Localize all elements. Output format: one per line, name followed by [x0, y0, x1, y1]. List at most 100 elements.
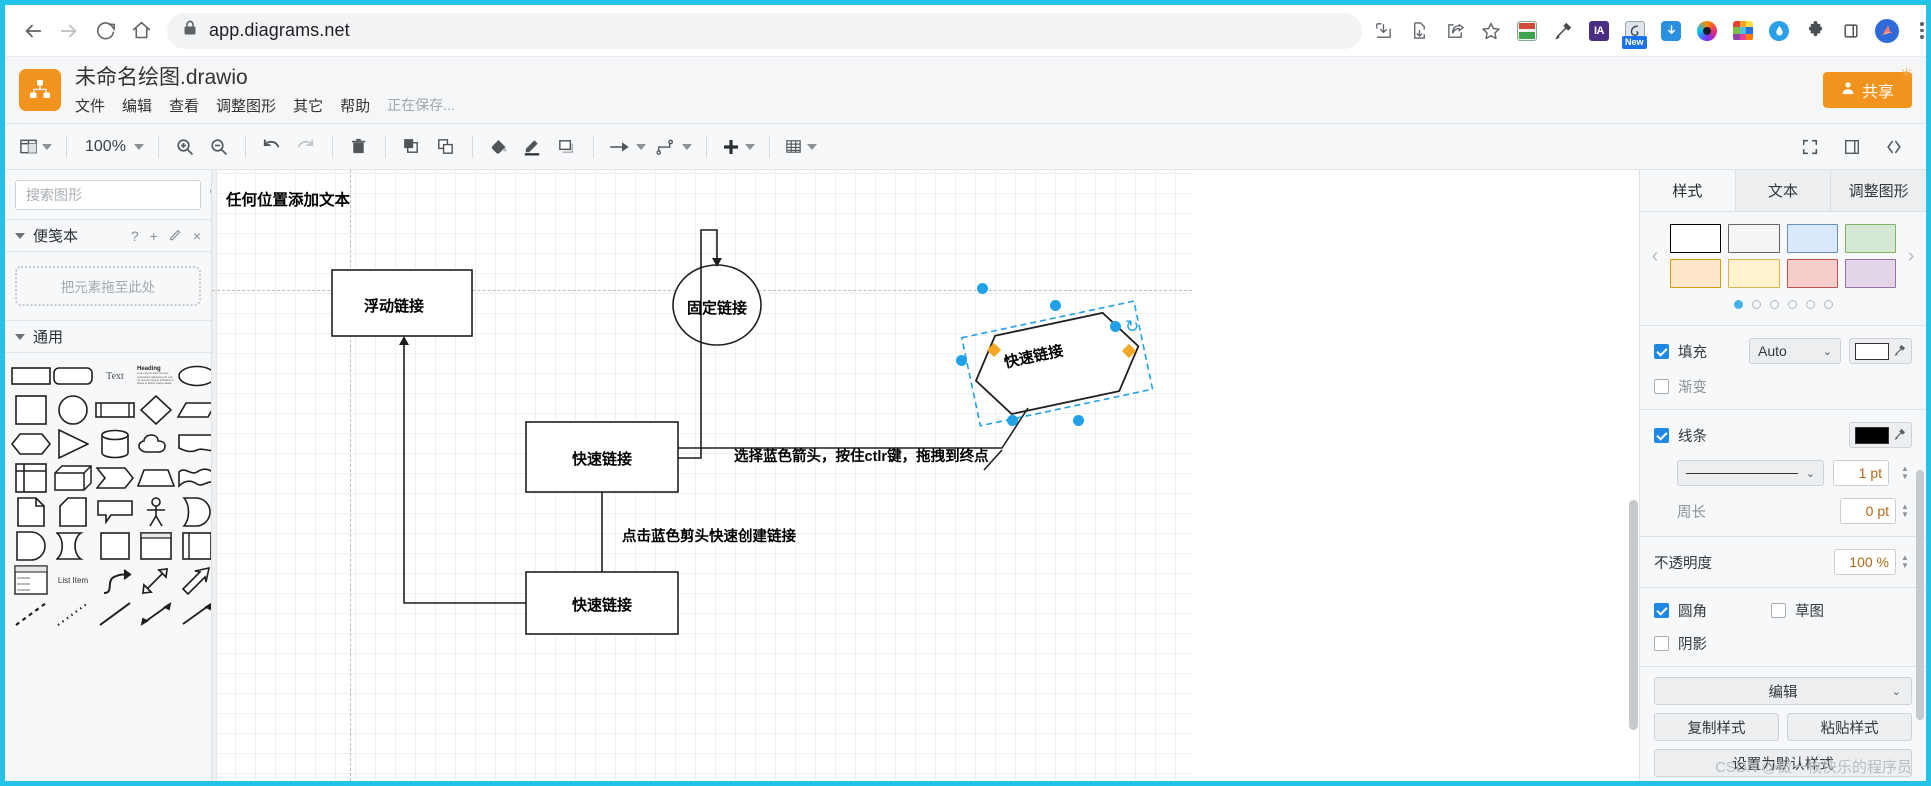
back-arrow-icon[interactable] — [15, 13, 51, 49]
style-swatch-5[interactable] — [1728, 259, 1780, 288]
shape-vertical-title[interactable] — [177, 530, 211, 562]
to-front-icon[interactable] — [396, 131, 428, 163]
search-shapes-box[interactable] — [15, 180, 211, 210]
eyedropper-icon[interactable] — [1894, 343, 1906, 359]
menu-arrange[interactable]: 调整图形 — [216, 95, 276, 116]
selection-handle-s[interactable] — [1072, 414, 1084, 426]
rounded-checkbox[interactable] — [1654, 603, 1669, 618]
style-swatch-7[interactable] — [1844, 259, 1896, 288]
shape-square[interactable] — [11, 394, 51, 426]
document-title[interactable]: 未命名绘图.drawio — [75, 65, 455, 91]
search-input[interactable] — [24, 186, 209, 204]
style-swatch-2[interactable] — [1786, 224, 1838, 253]
calculator-extension-icon[interactable] — [1512, 16, 1542, 46]
chrome-menu-icon[interactable] — [1908, 16, 1926, 46]
eyedropper-icon[interactable] — [1894, 427, 1906, 443]
selection-handle-n[interactable] — [1049, 299, 1061, 311]
shape-diamond[interactable] — [137, 394, 175, 426]
fill-mode-select[interactable]: Auto ⌄ — [1749, 338, 1841, 364]
selection-handle-w[interactable] — [955, 354, 967, 366]
page-dot-5[interactable] — [1805, 300, 1815, 309]
theme-toggle-icon[interactable]: ☀ — [1899, 65, 1914, 85]
shape-loop-limit[interactable] — [53, 530, 93, 562]
shape-heading-block[interactable]: Heading Lorem ipsum dolor sit amet, cons… — [137, 360, 175, 392]
profile-avatar[interactable] — [1872, 16, 1902, 46]
shape-circle[interactable] — [53, 394, 93, 426]
line-width-stepper[interactable]: ▲ ▼ — [1898, 465, 1912, 481]
canvas-vertical-scrollbar[interactable] — [1629, 500, 1638, 730]
snip-extension-icon[interactable]: New — [1620, 16, 1650, 49]
forward-arrow-icon[interactable] — [51, 13, 87, 49]
view-layout-icon[interactable] — [15, 131, 56, 163]
shape-list-item[interactable]: List Item — [53, 564, 93, 596]
connection-arrow-icon[interactable] — [604, 131, 650, 163]
shape-text[interactable]: Text — [95, 360, 135, 392]
page-dot-1[interactable] — [1733, 300, 1743, 309]
shape-ellipse[interactable] — [177, 360, 211, 392]
edit-pencil-icon[interactable] — [169, 228, 182, 244]
shape-triangle[interactable] — [53, 428, 93, 460]
shape-double-arrow[interactable] — [137, 564, 175, 596]
menu-view[interactable]: 查看 — [169, 95, 199, 116]
shape-delay[interactable] — [177, 496, 211, 528]
prev-styles-icon[interactable]: ‹ — [1646, 245, 1664, 268]
shape-parallelogram[interactable] — [177, 394, 211, 426]
shape-display[interactable] — [11, 530, 51, 562]
section-scratchpad-header[interactable]: 便笺本 ? + × — [5, 219, 211, 252]
line-checkbox[interactable] — [1654, 427, 1669, 443]
format-panel-scrollbar[interactable] — [1916, 470, 1924, 720]
canvas-free-text[interactable]: 任何位置添加文本 — [226, 188, 350, 210]
address-bar[interactable]: app.diagrams.net — [167, 12, 1362, 49]
selection-handle-sw[interactable] — [1006, 414, 1018, 426]
shape-tape[interactable] — [177, 462, 211, 494]
next-styles-icon[interactable]: › — [1902, 245, 1920, 268]
fill-checkbox[interactable] — [1654, 343, 1669, 359]
menu-help[interactable]: 帮助 — [340, 95, 370, 116]
home-icon[interactable] — [123, 13, 159, 49]
collapse-expand-icon[interactable] — [1878, 131, 1910, 163]
fill-color-icon[interactable] — [483, 131, 515, 163]
shape-curved-arrow[interactable] — [95, 564, 135, 596]
page-dot-2[interactable] — [1751, 300, 1761, 309]
shape-block-arrow[interactable] — [177, 564, 211, 596]
zoom-out-icon[interactable] — [203, 131, 235, 163]
fill-color-button[interactable] — [1849, 338, 1912, 364]
shape-rounded-rectangle[interactable] — [53, 360, 93, 392]
line-style-select[interactable]: ⌄ — [1677, 460, 1824, 486]
to-back-icon[interactable] — [430, 131, 462, 163]
table-icon[interactable] — [780, 131, 821, 163]
style-swatch-3[interactable] — [1844, 224, 1896, 253]
shape-dashed-line[interactable] — [11, 598, 51, 630]
recorder-extension-icon[interactable] — [1692, 16, 1722, 46]
opacity-stepper[interactable]: ▲ ▼ — [1898, 554, 1912, 570]
reload-icon[interactable] — [87, 13, 123, 49]
drop-extension-icon[interactable] — [1764, 16, 1794, 46]
ia-extension-icon[interactable]: IA — [1584, 16, 1614, 46]
perimeter-field[interactable]: 0 pt — [1840, 498, 1896, 524]
copy-style-button[interactable]: 复制样式 — [1654, 713, 1779, 741]
shape-trapezoid[interactable] — [137, 462, 175, 494]
section-general-header[interactable]: 通用 — [5, 320, 211, 353]
menu-edit[interactable]: 编辑 — [122, 95, 152, 116]
zoom-dropdown[interactable]: 100% — [77, 131, 148, 163]
shape-directional-arrow[interactable] — [177, 598, 211, 630]
shape-bidirectional-arrow[interactable] — [137, 598, 175, 630]
tab-style[interactable]: 样式 — [1640, 170, 1736, 211]
shape-title-window[interactable] — [137, 530, 175, 562]
close-icon[interactable]: × — [193, 228, 201, 244]
rotate-handle-icon[interactable]: ↻ — [1125, 318, 1139, 335]
shape-actor[interactable] — [137, 496, 175, 528]
shape-list[interactable] — [11, 564, 51, 596]
share-icon[interactable] — [1440, 16, 1470, 46]
shape-box[interactable] — [95, 530, 135, 562]
page-dot-4[interactable] — [1787, 300, 1797, 309]
shape-hexagon[interactable] — [11, 428, 51, 460]
edit-dropdown[interactable]: 编辑 ⌄ — [1654, 677, 1912, 705]
add-icon[interactable]: + — [150, 228, 158, 244]
shape-callout[interactable] — [95, 496, 135, 528]
scratchpad-dropzone[interactable]: 把元素拖至此处 — [15, 266, 201, 306]
zoom-in-icon[interactable] — [169, 131, 201, 163]
selection-handle-ne[interactable] — [1109, 320, 1121, 332]
help-icon[interactable]: ? — [131, 228, 139, 244]
shape-card[interactable] — [53, 496, 93, 528]
